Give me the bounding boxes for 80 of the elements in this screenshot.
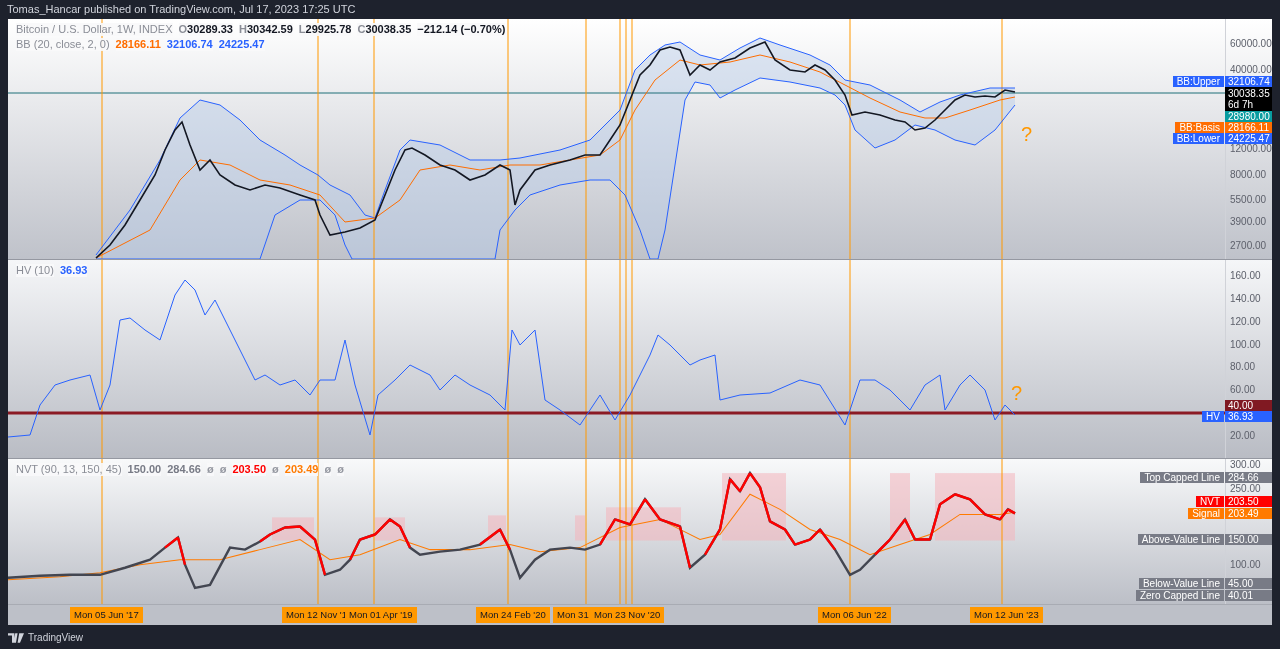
axis-label: 3900.00 [1230,216,1267,228]
price-badge: 28166.11 [1225,122,1272,133]
axis-label: 60000.00 [1230,38,1272,49]
value-badge: 40.00 [1225,400,1272,411]
date-marker: Mon 05 Jun '17 [70,607,143,623]
indicator-value: 24225.47 [218,38,265,51]
series-label: Top Capped Line [1140,472,1224,483]
axis-label: 100.00 [1230,559,1261,570]
indicator-value: 203.50 [232,463,267,476]
ohlc-value: H30342.59 [238,23,293,36]
indicator-title: NVT (90, 13, 150, 45) [16,463,122,476]
ohlc-value: C30038.35 [357,23,412,36]
axis-label: 20.00 [1230,430,1256,441]
indicator-value: ø [324,463,332,476]
axis-label: 2700.00 [1230,240,1267,252]
ohlc-value: O30289.33 [178,23,233,36]
axis-label: 100.00 [1230,338,1261,350]
indicator-value: 284.66 [167,463,201,476]
highlight-zone [575,515,585,541]
highlight-zone [375,517,405,541]
value-badge: 284.66 [1225,472,1272,483]
axis-label: 300.00 [1230,459,1261,470]
value-badge: 45.00 [1225,578,1272,589]
highlight-zone [890,473,910,541]
date-marker: Mon 31 [553,607,593,623]
indicator-value: 32106.74 [166,38,213,51]
price-badge: 32106.74 [1225,76,1272,87]
price-badge: 24225.47 [1225,133,1272,144]
axis-label: 12000.00 [1230,143,1272,154]
highlight-zone [488,515,506,541]
series-label: BB:Basis [1175,122,1224,133]
axis-label: 250.00 [1230,483,1261,495]
date-marker: Mon 01 Apr '19 [345,607,417,623]
tv-logo-icon [8,632,24,643]
date-marker: Mon 06 Jun '22 [818,607,891,623]
series-label: Below-Value Line [1138,578,1224,589]
indicator-value: 28166.11 [115,38,161,51]
indicator-value: ø [337,463,344,476]
indicator-value: 203.49 [284,463,319,476]
ohlc-value: L29925.78 [298,23,352,36]
date-marker: Mon 23 Nov '20 [590,607,665,623]
indicator-value: 36.93 [59,264,88,277]
price-badge: 30038.35 6d 7h [1225,87,1272,111]
series-label: Above-Value Line [1137,534,1224,545]
question-mark: ? [1011,382,1023,404]
date-marker: Mon 12 Jun '23 [970,607,1043,623]
value-badge: 150.00 [1225,534,1272,545]
indicator-value: ø [219,463,227,476]
axis-label: 40000.00 [1230,64,1272,76]
indicator-value: ø [272,463,279,476]
series-label: Zero Capped Line [1135,590,1224,601]
value-badge: 203.49 [1225,508,1272,519]
price-badge: 28980.00 [1225,111,1272,122]
axis-label: 60.00 [1230,384,1256,396]
axis-label: 8000.00 [1230,169,1267,181]
publish-info: Tomas_Hancar published on TradingView.com, Jul 17, 2023 17:25 UTC [6,2,357,17]
series-label: HV [1202,411,1224,422]
series-label: BB:Lower [1172,133,1224,144]
indicator-value: ø [206,463,214,476]
axis-label: 5500.00 [1230,193,1267,205]
date-marker: Mon 24 Feb '20 [476,607,550,623]
symbol-title: Bitcoin / U.S. Dollar, 1W, INDEX [16,23,173,36]
axis-label: 120.00 [1230,315,1261,327]
series-label: Signal [1188,508,1224,519]
axis-label: 160.00 [1230,270,1261,281]
axis-label: 140.00 [1230,292,1261,304]
indicator-title: BB (20, close, 2, 0) [16,38,110,51]
series-label: BB:Upper [1172,76,1224,87]
indicator-title: HV (10) [16,264,54,277]
indicator-value: 150.00 [127,463,162,476]
series-label: NVT [1196,496,1224,507]
value-badge: 40.01 [1225,590,1272,601]
question-mark: ? [1021,123,1033,145]
value-badge: 203.50 [1225,496,1272,507]
highlight-zone [722,473,786,541]
price-change: −212.14 (−0.70%) [417,23,506,36]
value-badge: 36.93 [1225,411,1272,422]
brand-name: TradingView [28,632,84,643]
highlight-zone [272,517,314,541]
axis-label: 80.00 [1230,361,1256,373]
